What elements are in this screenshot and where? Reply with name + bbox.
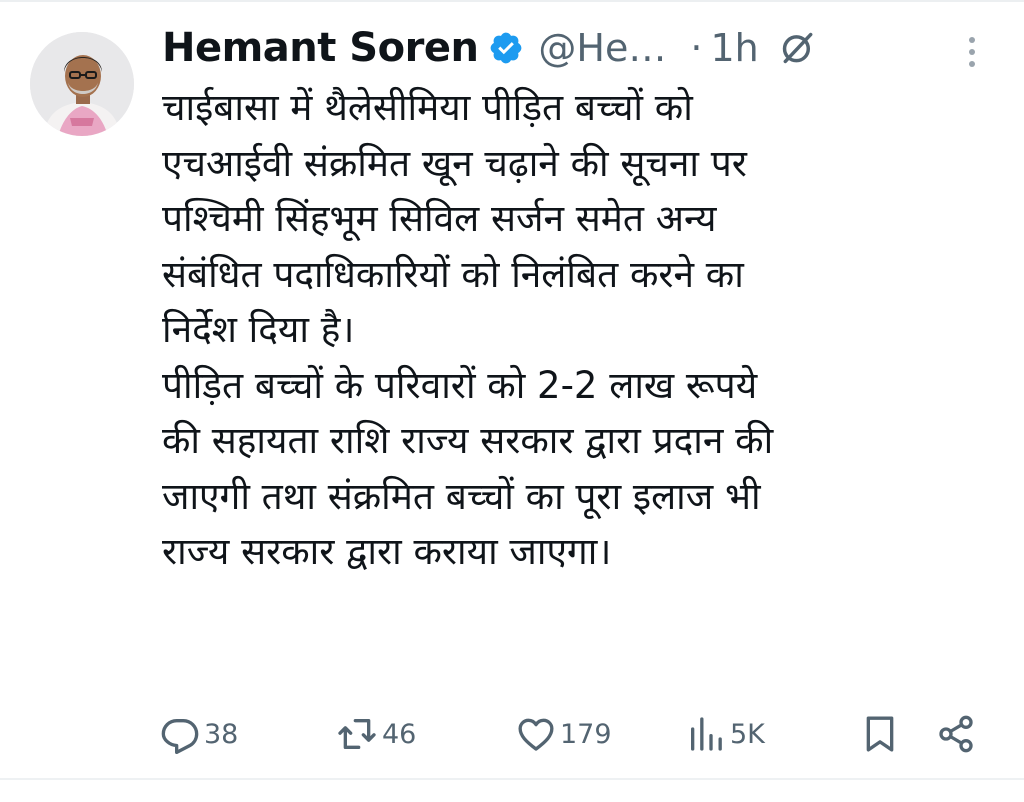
grok-icon[interactable] bbox=[779, 29, 817, 67]
tweet-text-line: निर्देश दिया है। bbox=[162, 308, 355, 351]
tweet-text-line: जाएगी तथा संक्रमित बच्चों का पूरा इलाज भ… bbox=[162, 474, 761, 518]
like-count: 179 bbox=[560, 718, 612, 750]
heart-icon bbox=[518, 718, 554, 751]
reply-count: 38 bbox=[204, 718, 239, 750]
share-button[interactable] bbox=[936, 708, 976, 760]
like-button[interactable]: 179 bbox=[516, 708, 612, 760]
tweet-text-line: एचआईवी संक्रमित खून चढ़ाने की सूचना पर bbox=[162, 141, 747, 185]
tweet-text: चाईबासा में थैलेसीमिया पीड़ित बच्चों को … bbox=[162, 80, 1002, 580]
tweet-text-line: चाईबासा में थैलेसीमिया पीड़ित बच्चों को bbox=[162, 86, 693, 129]
bottom-divider bbox=[0, 778, 1024, 780]
repost-button[interactable]: 46 bbox=[336, 708, 416, 760]
top-divider bbox=[0, 0, 1024, 2]
reply-button[interactable]: 38 bbox=[160, 708, 238, 760]
tweet-header: Hemant Soren @He… · 1h bbox=[162, 22, 817, 74]
tweet-text-line: की सहायता राशि राज्य सरकार द्वारा प्रदान… bbox=[162, 419, 774, 462]
tweet-time[interactable]: 1h bbox=[710, 26, 758, 70]
views-chart-icon bbox=[691, 717, 722, 751]
author-handle[interactable]: @He… bbox=[538, 26, 666, 70]
bookmark-icon bbox=[866, 716, 894, 752]
tweet-text-line: संबंधित पदाधिकारियों को निलंबित करने का bbox=[162, 252, 744, 296]
share-icon bbox=[939, 715, 973, 753]
bookmark-button[interactable] bbox=[860, 708, 900, 760]
repost-count: 46 bbox=[382, 718, 417, 750]
avatar-photo-icon bbox=[30, 32, 134, 136]
more-options-icon[interactable] bbox=[960, 34, 984, 70]
author-name[interactable]: Hemant Soren bbox=[162, 25, 479, 71]
tweet-text-line: राज्य सरकार द्वारा कराया जाएगा। bbox=[162, 530, 612, 573]
header-separator: · bbox=[690, 26, 703, 70]
tweet-text-line: पश्चिमी सिंहभूम सिविल सर्जन समेत अन्य bbox=[162, 197, 717, 240]
reply-icon bbox=[161, 719, 199, 754]
avatar[interactable] bbox=[30, 32, 134, 136]
repost-icon bbox=[338, 719, 376, 749]
tweet-text-line: पीड़ित बच्चों के परिवारों को 2-2 लाख रूप… bbox=[162, 363, 758, 407]
tweet-actions: 38 46 179 5K bbox=[160, 708, 980, 760]
verified-badge-icon bbox=[491, 32, 522, 64]
views-button[interactable]: 5K bbox=[686, 708, 765, 760]
views-count: 5K bbox=[730, 718, 765, 750]
